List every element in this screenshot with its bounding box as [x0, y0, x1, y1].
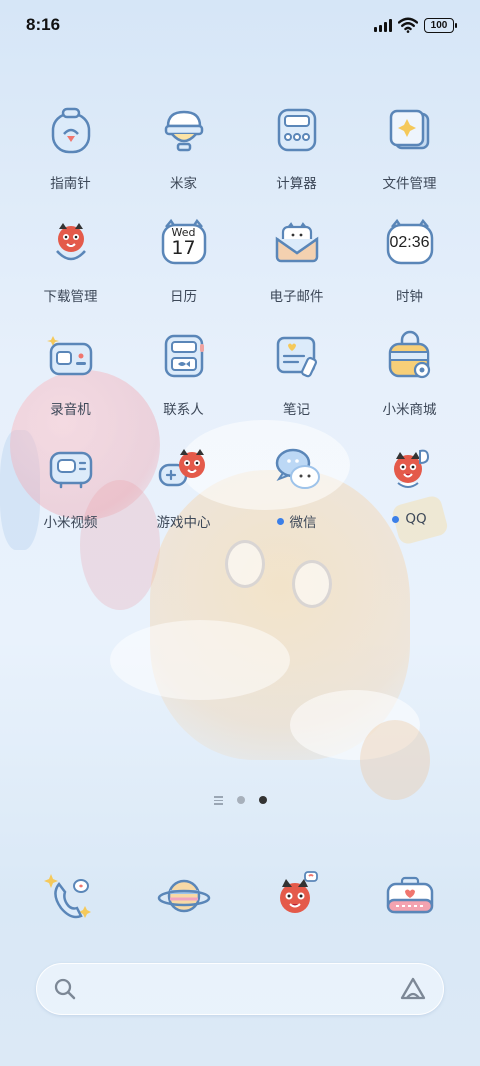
wallpaper-eye [225, 540, 265, 588]
app-label: 联系人 [163, 402, 204, 418]
download-manager-icon [41, 213, 101, 273]
app-notes[interactable]: 笔记 [240, 326, 353, 420]
status-time: 8:16 [26, 15, 61, 34]
status-bar: 8:16 100 [0, 0, 480, 50]
game-center-icon [154, 439, 214, 499]
wechat-icon [267, 439, 327, 499]
app-label: 微信 [276, 511, 317, 531]
battery-icon: 100 [424, 17, 457, 33]
wallpaper-eye [292, 560, 332, 608]
app-calendar[interactable]: Wed 17 日历 [127, 213, 240, 307]
page-dot[interactable] [236, 796, 245, 805]
calculator-icon [267, 100, 327, 160]
app-label: 时钟 [396, 289, 423, 305]
wallpaper-cloud [110, 620, 290, 700]
app-label-text: QQ [405, 511, 427, 527]
app-label: 小米商城 [382, 402, 437, 418]
recorder-icon [41, 326, 101, 386]
app-compass[interactable]: 指南针 [14, 100, 127, 194]
app-mi-store[interactable]: 小米商城 [353, 326, 466, 420]
app-qq[interactable]: QQ [353, 439, 466, 533]
app-label: QQ [392, 511, 427, 527]
ai-assistant-icon[interactable] [399, 976, 427, 1002]
app-label: 录音机 [50, 402, 91, 418]
file-manager-icon [380, 100, 440, 160]
app-grid: 指南针 米家 计算器 文件管理 下载管理 Wed 17 日历 电子邮件 02:3… [14, 100, 466, 533]
new-badge-dot [276, 517, 284, 525]
compass-icon [41, 100, 101, 160]
app-mi-home[interactable]: 米家 [127, 100, 240, 194]
app-label: 计算器 [276, 176, 317, 192]
app-label: 电子邮件 [269, 289, 324, 305]
app-recorder[interactable]: 录音机 [14, 326, 127, 420]
app-calculator[interactable]: 计算器 [240, 100, 353, 194]
page-indicator[interactable] [0, 796, 480, 805]
new-badge-dot [392, 515, 400, 523]
phone-icon [41, 866, 101, 926]
app-label: 文件管理 [382, 176, 437, 192]
wifi-icon [398, 17, 418, 33]
app-label: 游戏中心 [156, 515, 211, 531]
clock-icon: 02:36 [380, 213, 440, 273]
dock-browser[interactable] [127, 866, 240, 930]
messages-icon [267, 866, 327, 926]
dock-camera[interactable] [353, 866, 466, 930]
calendar-day: 17 [171, 237, 196, 259]
app-drawer-indicator-icon[interactable] [213, 796, 223, 805]
mi-store-icon [380, 326, 440, 386]
qq-icon [380, 439, 440, 499]
app-label: 小米视频 [43, 515, 98, 531]
browser-icon [154, 866, 214, 926]
dock-messages[interactable] [240, 866, 353, 930]
app-label: 笔记 [283, 402, 310, 418]
app-contacts[interactable]: 联系人 [127, 326, 240, 420]
app-wechat[interactable]: 微信 [240, 439, 353, 533]
app-email[interactable]: 电子邮件 [240, 213, 353, 307]
mi-home-icon [154, 100, 214, 160]
dock [14, 866, 466, 930]
calendar-icon: Wed 17 [154, 213, 214, 273]
app-clock[interactable]: 02:36 时钟 [353, 213, 466, 307]
search-input[interactable] [87, 981, 389, 997]
camera-icon [380, 866, 440, 926]
app-label: 日历 [170, 289, 197, 305]
app-label: 下载管理 [43, 289, 98, 305]
mi-video-icon [41, 439, 101, 499]
page-dot-active[interactable] [258, 796, 267, 805]
signal-bars-icon [374, 18, 392, 32]
search-icon[interactable] [53, 977, 77, 1001]
app-game-center[interactable]: 游戏中心 [127, 439, 240, 533]
app-label: 米家 [170, 176, 197, 192]
dock-phone[interactable] [14, 866, 127, 930]
wallpaper-cloud [290, 690, 420, 760]
email-icon [267, 213, 327, 273]
status-icons: 100 [374, 17, 457, 33]
app-file-manager[interactable]: 文件管理 [353, 100, 466, 194]
app-label: 指南针 [50, 176, 91, 192]
search-bar[interactable] [36, 963, 444, 1015]
battery-level: 100 [430, 19, 448, 31]
contacts-icon [154, 326, 214, 386]
app-mi-video[interactable]: 小米视频 [14, 439, 127, 533]
clock-time: 02:36 [389, 234, 430, 251]
wallpaper-tail [360, 720, 430, 800]
app-download-manager[interactable]: 下载管理 [14, 213, 127, 307]
app-label-text: 微信 [289, 515, 317, 531]
notes-icon [267, 326, 327, 386]
